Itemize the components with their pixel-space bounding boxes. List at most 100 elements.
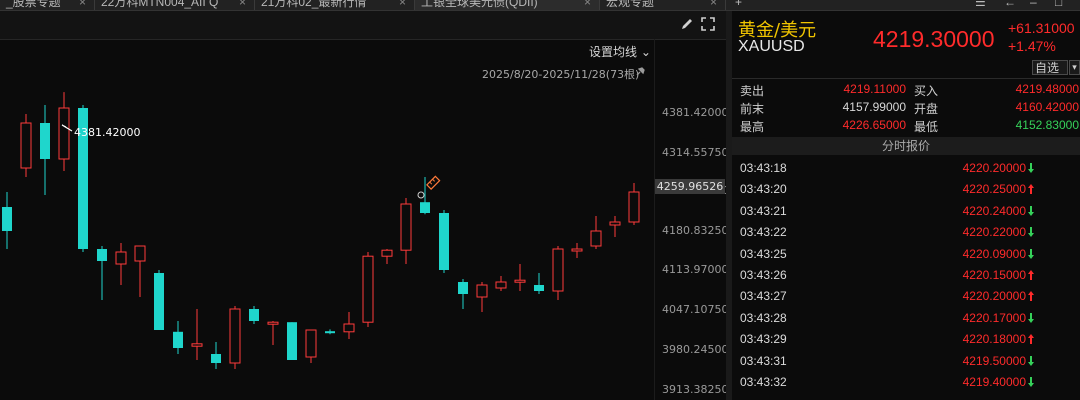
candle xyxy=(400,198,412,264)
candle xyxy=(97,246,107,300)
tick-price: 4220.18000 xyxy=(962,332,1026,347)
candle xyxy=(514,264,526,291)
candle-body xyxy=(495,281,507,289)
kline-chart-panel: 设置均线 ⌄ 2025/8/20-2025/11/28(73根) 4381.42… xyxy=(0,11,729,400)
candle xyxy=(267,321,279,345)
candle-body xyxy=(191,343,203,347)
candle xyxy=(40,105,50,195)
candle-body xyxy=(362,255,374,323)
buy-price: 4219.48000 xyxy=(1015,82,1079,96)
open-price: 4160.42000 xyxy=(1015,100,1079,114)
arrow-up-icon xyxy=(1028,334,1034,345)
candle xyxy=(305,329,317,363)
tick-time: 03:43:18 xyxy=(740,161,787,175)
candle-body xyxy=(249,309,259,321)
arrow-up-icon xyxy=(1028,270,1034,280)
new-tab-icon[interactable]: + xyxy=(735,0,742,10)
candle xyxy=(476,282,488,312)
tick-time: 03:43:20 xyxy=(740,182,787,197)
price-change: +61.31000 xyxy=(1008,20,1075,36)
candle-body xyxy=(2,207,12,231)
tab-label: 工银全球美元债(QDII) xyxy=(421,0,538,9)
annotation-circle xyxy=(417,191,425,199)
candle-body xyxy=(571,248,583,252)
low-price: 4152.83000 xyxy=(1015,118,1079,132)
arrow-down-icon xyxy=(1028,312,1034,323)
close-icon[interactable]: × xyxy=(710,0,717,10)
candle xyxy=(115,243,127,285)
tab-macro-topic[interactable]: 宏观专题 × xyxy=(600,0,726,10)
candle xyxy=(2,192,12,249)
candle xyxy=(325,329,335,335)
tick-time: 03:43:21 xyxy=(740,203,787,218)
candle-body xyxy=(514,279,526,283)
watchlist-button[interactable]: 自选 xyxy=(1032,60,1068,75)
menu-icon[interactable]: ☰ xyxy=(975,0,986,10)
candle-body xyxy=(476,284,488,298)
divider xyxy=(732,78,1080,79)
pen-icon[interactable] xyxy=(680,17,694,31)
tick-time: 03:43:32 xyxy=(740,375,787,389)
close-icon[interactable]: × xyxy=(239,0,246,10)
tick-price: 4220.20000 xyxy=(962,161,1026,175)
candle xyxy=(343,312,355,339)
candle xyxy=(628,183,640,225)
candle-body xyxy=(458,282,468,294)
tab-strip: _股票专题 × 22万科MTN004_AII Q × 21万科02_最新行情 ×… xyxy=(0,0,1080,11)
candle-body xyxy=(534,285,544,291)
candle-body xyxy=(609,221,621,226)
candle xyxy=(173,321,183,354)
chevron-down-icon[interactable]: ▾ xyxy=(1069,60,1080,75)
tick-time: 03:43:25 xyxy=(740,246,787,261)
candle xyxy=(590,216,602,249)
axis-divider xyxy=(654,39,655,400)
tab-vanke-mtn004[interactable]: 22万科MTN004_AII Q × xyxy=(95,0,255,10)
chart-toolbar xyxy=(0,11,726,40)
instrument-symbol: XAUUSD xyxy=(738,38,805,55)
arrow-down-icon xyxy=(1028,163,1034,173)
close-icon[interactable]: × xyxy=(79,0,86,10)
tab-icbc-bond-fund[interactable]: 工银全球美元债(QDII) × xyxy=(415,0,600,10)
candle-body xyxy=(590,230,602,247)
close-icon[interactable]: × xyxy=(399,0,406,10)
ma-setting-button[interactable]: 设置均线 ⌄ xyxy=(589,43,651,60)
minimize-icon[interactable]: – xyxy=(1030,0,1037,10)
y-tick: 4113.97000 xyxy=(662,263,729,276)
arrow-down-icon xyxy=(1028,248,1034,259)
tab-stock-topic[interactable]: _股票专题 × xyxy=(0,0,95,10)
y-tick: 4314.55750 xyxy=(662,146,729,159)
high-value-label: 4381.42000 xyxy=(74,126,141,139)
tab-vanke-02[interactable]: 21万科02_最新行情 × xyxy=(255,0,415,10)
arrow-down-icon xyxy=(1028,377,1034,387)
sell-price: 4219.11000 xyxy=(843,82,906,96)
candle xyxy=(249,306,259,324)
expand-icon[interactable] xyxy=(701,17,715,31)
tick-price: 4219.50000 xyxy=(962,353,1026,368)
candle xyxy=(20,114,32,177)
candle xyxy=(229,306,241,369)
candle-body xyxy=(287,322,297,360)
last-price: 4219.30000 xyxy=(873,26,995,52)
y-tick: 3913.38250 xyxy=(662,383,729,396)
tick-list-header: 分时报价 xyxy=(732,137,1080,155)
candle-body xyxy=(40,123,50,159)
candle-body xyxy=(211,354,221,363)
ruler-icon[interactable] xyxy=(426,175,441,190)
tick-price: 4220.15000 xyxy=(962,268,1026,282)
sell-label: 卖出 xyxy=(740,84,765,98)
candle-body xyxy=(628,191,640,223)
y-tick: 3980.24500 xyxy=(662,343,729,356)
candle-body xyxy=(552,248,564,292)
close-icon[interactable]: × xyxy=(584,0,591,10)
candle-body xyxy=(325,331,335,334)
arrow-down-icon xyxy=(1028,355,1034,366)
back-icon[interactable]: ← xyxy=(1004,0,1016,10)
open-label: 开盘 xyxy=(914,102,939,116)
candle xyxy=(534,273,544,294)
candle-body xyxy=(134,245,146,262)
arrow-down-icon xyxy=(1028,205,1034,216)
tab-label: _股票专题 xyxy=(6,0,61,9)
candlestick-plot[interactable] xyxy=(0,71,654,400)
maximize-icon[interactable]: □ xyxy=(1055,0,1062,10)
candle-body xyxy=(173,331,183,348)
